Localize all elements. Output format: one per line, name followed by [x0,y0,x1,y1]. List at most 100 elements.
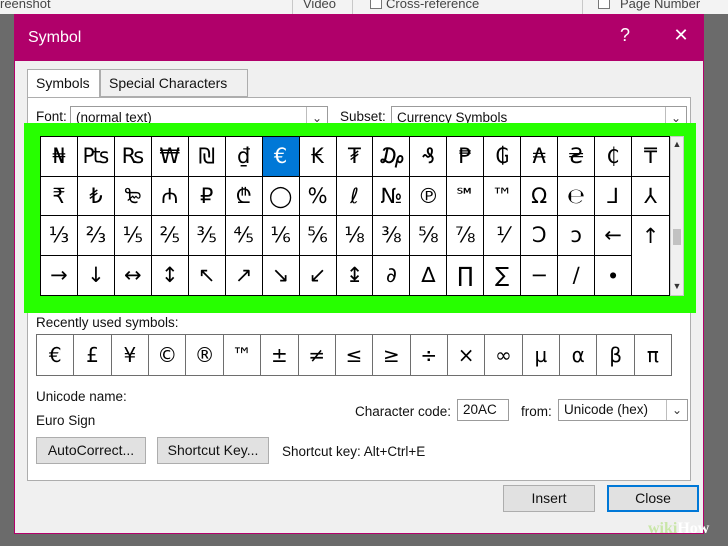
symbol-cell[interactable]: ₼ [151,176,189,216]
recent-symbol-cell[interactable]: α [560,335,598,375]
symbol-cell[interactable]: ₯ [373,137,411,177]
symbol-cell[interactable]: ₻ [114,176,152,216]
scroll-thumb[interactable] [673,229,681,245]
symbol-cell[interactable]: ™ [484,176,522,216]
symbol-cell[interactable]: ₮ [336,137,374,177]
recent-symbol-cell[interactable]: © [149,335,187,375]
symbol-cell[interactable]: − [521,255,559,295]
symbol-cell[interactable]: ⅟ [484,216,522,256]
symbol-grid-scrollbar[interactable]: ▲ ▼ [670,136,684,296]
symbol-cell[interactable]: ⅜ [373,216,411,256]
symbol-cell[interactable]: → [41,255,78,295]
symbol-cell[interactable]: ⅃ [595,176,633,216]
symbol-cell[interactable]: ← [595,216,633,256]
scroll-up-icon[interactable]: ▲ [671,139,683,151]
symbol-cell[interactable]: ₵ [595,137,633,177]
symbol-cell[interactable]: ↄ [558,216,596,256]
symbol-cell[interactable]: ₹ [41,176,78,216]
symbol-cell[interactable]: ₨ [114,137,152,177]
scroll-down-icon[interactable]: ▼ [671,281,683,293]
symbol-cell[interactable]: ↗ [226,255,263,295]
symbol-cell[interactable]: ⅝ [410,216,448,256]
symbol-cell[interactable]: ⅙ [262,216,300,256]
ribbon-screenshot-label[interactable]: reenshot [0,0,51,11]
recent-symbol-cell[interactable]: ≤ [336,335,374,375]
symbol-cell[interactable]: ₸ [632,137,669,177]
symbol-cell[interactable]: ⅗ [188,216,226,256]
ribbon-video-label[interactable]: Video [303,0,336,11]
recent-symbol-cell[interactable]: € [37,335,75,375]
symbol-cell[interactable]: ₽ [188,176,226,216]
symbol-cell[interactable]: € [262,137,300,177]
shortcut-key-button[interactable]: Shortcut Key... [157,437,269,464]
symbol-cell[interactable]: ↕ [152,255,189,295]
symbol-cell[interactable]: ∕ [558,255,596,295]
symbol-cell[interactable]: ⅖ [151,216,189,256]
tab-symbols[interactable]: Symbols [27,69,100,98]
symbol-cell[interactable]: ₪ [188,137,226,177]
insert-button[interactable]: Insert [503,485,595,512]
symbol-cell[interactable]: ⅄ [632,177,669,216]
recent-symbol-cell[interactable]: π [635,335,671,375]
symbol-cell[interactable]: ₧ [77,137,115,177]
symbol-cell[interactable]: ⅛ [336,216,374,256]
recent-symbol-cell[interactable]: ¥ [112,335,150,375]
symbol-cell[interactable]: ₭ [299,137,337,177]
symbol-cell[interactable]: ↙ [300,255,337,295]
symbol-cell[interactable]: ₺ [77,176,115,216]
symbol-cell[interactable]: ↔ [115,255,152,295]
symbol-cell[interactable]: ℮ [558,176,596,216]
symbol-cell[interactable]: ₾ [225,176,263,216]
character-code-input[interactable]: 20AC [457,399,509,421]
recent-symbol-cell[interactable]: ® [186,335,224,375]
recent-symbol-cell[interactable]: ± [261,335,299,375]
recent-symbol-cell[interactable]: £ [74,335,112,375]
symbol-cell[interactable]: ◯ [262,176,300,216]
symbol-cell[interactable]: ₱ [447,137,485,177]
symbol-cell[interactable]: ⅚ [299,216,337,256]
symbol-cell[interactable]: ∆ [410,255,448,295]
ribbon-cross-reference-label[interactable]: Cross-reference [386,0,479,11]
symbol-cell[interactable]: ⅓ [41,216,78,256]
symbol-cell[interactable]: ↖ [189,255,226,295]
symbol-cell[interactable]: ℓ [336,176,374,216]
recent-symbol-cell[interactable]: µ [523,335,561,375]
recent-symbol-cell[interactable]: ∞ [485,335,523,375]
recent-symbol-cell[interactable]: β [597,335,635,375]
recent-symbol-cell[interactable]: ≥ [373,335,411,375]
symbol-cell[interactable]: ⅞ [447,216,485,256]
symbol-cell[interactable]: ∏ [447,255,485,295]
symbol-cell[interactable]: ∂ [373,255,411,295]
help-button[interactable]: ? [613,25,637,46]
symbol-cell[interactable]: Ω [521,176,559,216]
recent-symbol-cell[interactable]: ÷ [411,335,448,375]
symbol-cell[interactable]: ℠ [447,176,485,216]
symbol-cell[interactable]: ₲ [484,137,522,177]
recent-symbol-cell[interactable]: × [448,335,486,375]
symbol-cell[interactable]: ↓ [78,255,115,295]
close-button[interactable]: Close [607,485,699,512]
symbol-cell[interactable]: ₦ [41,137,78,177]
symbol-cell[interactable]: № [373,176,411,216]
symbol-cell[interactable]: ⅔ [77,216,115,256]
symbol-cell[interactable]: ₫ [225,137,263,177]
symbol-cell[interactable]: ↘ [263,255,300,295]
symbol-cell[interactable]: Ↄ [521,216,559,256]
symbol-cell[interactable]: ₴ [558,137,596,177]
ribbon-page-number-label[interactable]: Page Number [620,0,700,11]
symbol-cell[interactable]: % [299,176,337,216]
symbol-cell[interactable]: ↑ [632,216,669,256]
symbol-cell[interactable]: ∑ [484,255,522,295]
autocorrect-button[interactable]: AutoCorrect... [36,437,146,464]
close-icon[interactable]: ✕ [669,25,693,46]
symbol-cell[interactable]: ⅕ [114,216,152,256]
symbol-cell[interactable]: ₳ [521,137,559,177]
recent-symbol-cell[interactable]: ™ [224,335,262,375]
from-select[interactable]: Unicode (hex) ⌄ [558,399,688,421]
symbol-cell[interactable]: ℗ [410,176,448,216]
symbol-cell[interactable]: ₰ [410,137,448,177]
symbol-cell[interactable]: ₩ [151,137,189,177]
symbol-cell[interactable]: ∙ [595,255,633,295]
symbol-cell[interactable]: ↨ [337,255,374,295]
symbol-cell[interactable]: ⅘ [225,216,263,256]
